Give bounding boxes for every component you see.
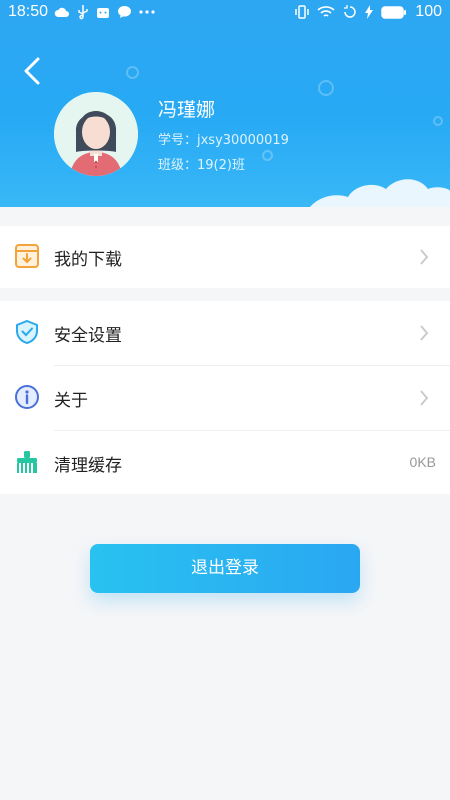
logout-button[interactable]: 退出登录 (90, 544, 360, 593)
chat-icon (118, 6, 131, 18)
avatar[interactable] (54, 92, 138, 176)
menu-item-about[interactable]: 关于 (0, 366, 450, 430)
wifi-icon (317, 6, 335, 17)
cloud-decoration (310, 179, 450, 207)
more-icon (139, 10, 155, 14)
menu-item-clear-cache[interactable]: 清理缓存 0KB (0, 431, 450, 495)
android-icon (97, 8, 109, 18)
vibrate-icon (295, 5, 310, 19)
downloads-card: 我的下载 (0, 226, 450, 288)
usb-icon (78, 5, 88, 20)
broom-icon (17, 451, 37, 473)
chevron-right-icon (420, 325, 429, 341)
decor-bubble (126, 66, 139, 79)
back-button[interactable] (18, 55, 48, 87)
decor-bubble (433, 116, 443, 126)
rotate-icon (344, 5, 357, 18)
cache-size: 0KB (409, 454, 436, 470)
settings-card: 安全设置 关于 清理缓存 0KB (0, 301, 450, 494)
download-box-icon (15, 244, 39, 268)
menu-label-about: 关于 (54, 391, 88, 411)
decor-bubble (262, 150, 273, 161)
charging-icon (365, 5, 374, 19)
status-bar: 18:50 100 (0, 0, 450, 26)
battery-icon (381, 5, 407, 19)
shield-check-icon (16, 319, 38, 345)
menu-item-security[interactable]: 安全设置 (0, 301, 450, 365)
avatar-girl-icon (54, 92, 138, 176)
student-id: 学号：jxsy30000019 (158, 133, 289, 148)
menu-label-security: 安全设置 (54, 326, 122, 346)
decor-bubble (318, 80, 334, 96)
profile-header: 18:50 100 冯瑾娜 学号：jxsy30000019 班级：19(2)班 (0, 0, 450, 207)
info-icon (15, 385, 39, 409)
class-info: 班级：19(2)班 (158, 158, 245, 173)
battery-level: 100 (415, 3, 442, 20)
menu-item-downloads[interactable]: 我的下载 (0, 226, 450, 288)
chevron-right-icon (420, 249, 429, 265)
chevron-right-icon (420, 390, 429, 406)
cloud-icon (54, 7, 69, 17)
user-name: 冯瑾娜 (158, 99, 216, 121)
menu-label-downloads: 我的下载 (54, 250, 122, 270)
menu-label-clear-cache: 清理缓存 (54, 456, 122, 476)
status-time: 18:50 (8, 3, 49, 20)
